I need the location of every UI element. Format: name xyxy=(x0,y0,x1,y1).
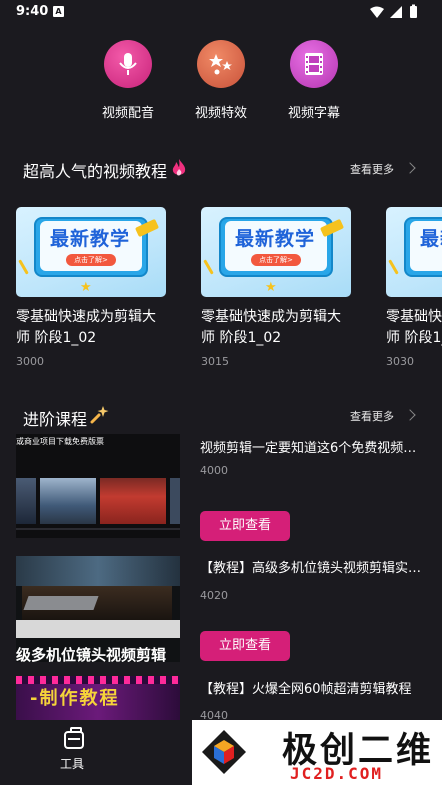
course-info: 【教程】火爆全网60帧超清剪辑教程 4040 xyxy=(200,678,430,722)
microphone-icon xyxy=(104,40,152,88)
tool-label: 视频字幕 xyxy=(287,106,340,121)
card-title: 零基础快速成为剪辑大师 阶段1_02 xyxy=(201,309,341,346)
card-count: 3015 xyxy=(201,355,229,368)
course-count: 4000 xyxy=(200,464,228,477)
star-icon: ★ xyxy=(80,280,92,295)
fire-icon xyxy=(172,159,186,176)
chevron-right-icon xyxy=(404,162,416,174)
popular-card[interactable]: 最新教学 点击了解> ★ 零基础快速成为剪辑大师 阶段1_02 3015 xyxy=(201,207,351,368)
tool-effects[interactable]: 视频特效 xyxy=(181,40,261,121)
course-info: 视频剪辑一定要知道这6个免费视频素材网站 4000 xyxy=(200,437,430,477)
tool-label: 视频配音 xyxy=(101,106,154,121)
signal-icon xyxy=(390,6,402,18)
course-thumbnail[interactable]: -制作教程 xyxy=(16,676,180,720)
card-thumbnail: 最新教学 点击了解> ★ xyxy=(16,207,166,297)
course-thumbnail[interactable]: 或商业项目下载免费版票 xyxy=(16,434,180,538)
battery-icon xyxy=(410,4,417,18)
course-thumbnail[interactable]: 级多机位镜头视频剪辑 xyxy=(16,556,180,662)
view-now-button[interactable]: 立即查看 xyxy=(200,631,290,661)
course-title[interactable]: 视频剪辑一定要知道这6个免费视频素材网站 xyxy=(200,437,426,456)
thumb-caption: 或商业项目下载免费版票 xyxy=(16,437,104,446)
bottom-nav: 工具 xyxy=(0,720,192,785)
card-count: 3030 xyxy=(386,355,414,368)
popular-card[interactable]: 最新教学 点击了解> ★ 零基础快速成为剪辑大师 阶段1_02 3000 xyxy=(16,207,166,368)
course-count: 4020 xyxy=(200,589,228,602)
thumb-button: 点击了解> xyxy=(251,254,301,266)
thumb-headline: 最新教学 xyxy=(420,228,442,250)
toolbox-icon xyxy=(64,727,84,749)
thumb-caption: 级多机位镜头视频剪辑 xyxy=(16,646,167,662)
card-title: 零基础快速成为剪辑大师 阶段1_02 xyxy=(16,309,156,346)
thumb-headline: 最新教学 xyxy=(235,228,316,250)
star-icon: ★ xyxy=(265,280,277,295)
watermark-domain: JC2D.COM xyxy=(290,764,384,783)
thumb-headline: 最新教学 xyxy=(50,228,131,250)
course-title[interactable]: 【教程】火爆全网60帧超清剪辑教程 xyxy=(200,678,426,697)
card-title: 零基础快速成为剪辑大师 阶段1_02 xyxy=(386,309,442,346)
popular-card[interactable]: 最新教学 零基础快速成为剪辑大师 阶段1_02 3030 xyxy=(386,207,442,368)
film-icon xyxy=(290,40,338,88)
thumb-caption: -制作教程 xyxy=(30,688,120,709)
chevron-right-icon xyxy=(404,409,416,421)
card-thumbnail: 最新教学 点击了解> ★ xyxy=(201,207,351,297)
tool-label: 视频特效 xyxy=(194,106,247,121)
sparkle-icon xyxy=(90,406,109,424)
card-thumbnail: 最新教学 xyxy=(386,207,442,297)
tool-subtitles[interactable]: 视频字幕 xyxy=(274,40,354,121)
thumb-button: 点击了解> xyxy=(66,254,116,266)
section-title-advanced: 进阶课程 xyxy=(23,410,88,429)
status-icons xyxy=(370,4,417,18)
watermark-logo-icon xyxy=(202,730,246,774)
status-bar: 9:40 A xyxy=(0,0,442,26)
course-info: 【教程】高级多机位镜头视频剪辑实用技巧 4020 xyxy=(200,557,430,602)
notification-icon: A xyxy=(53,6,64,17)
wifi-icon xyxy=(370,6,384,18)
course-title[interactable]: 【教程】高级多机位镜头视频剪辑实用技巧 xyxy=(200,557,426,576)
section-title-popular: 超高人气的视频教程 xyxy=(23,162,168,181)
watermark: 极创二维 JC2D.COM xyxy=(192,720,442,785)
tab-label: 工具 xyxy=(60,757,85,771)
view-now-button[interactable]: 立即查看 xyxy=(200,511,290,541)
popular-more-link[interactable]: 查看更多 xyxy=(350,161,394,177)
advanced-more-link[interactable]: 查看更多 xyxy=(350,408,394,424)
effects-icon xyxy=(197,40,245,88)
status-time: 9:40 xyxy=(16,4,49,19)
tool-voiceover[interactable]: 视频配音 xyxy=(88,40,168,121)
card-count: 3000 xyxy=(16,355,44,368)
